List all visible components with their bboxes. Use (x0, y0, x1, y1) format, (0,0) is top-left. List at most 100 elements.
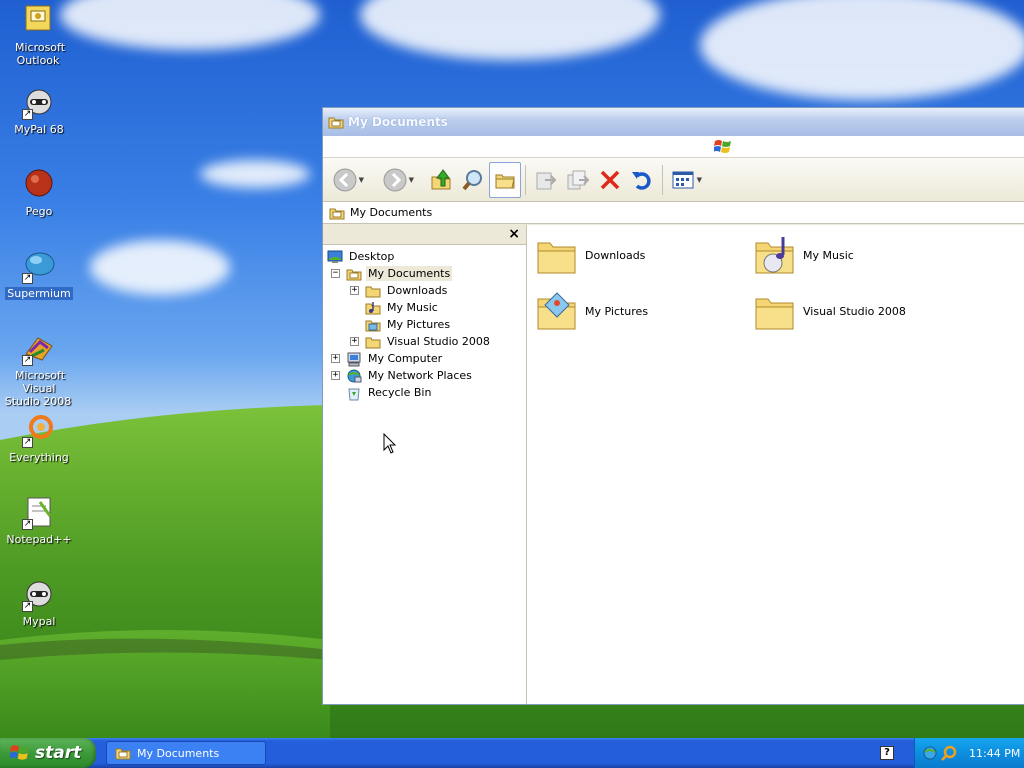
tree-item-label: My Music (387, 301, 438, 314)
expand-toggle[interactable]: + (350, 337, 359, 346)
file-item-visual-studio-2008[interactable]: Visual Studio 2008 (753, 289, 906, 333)
pego-icon (22, 168, 56, 202)
shortcut-arrow-icon: ↗ (22, 355, 33, 366)
start-button[interactable]: start (0, 738, 96, 768)
file-list: Downloads My Music My Pictures Visual St… (527, 225, 1024, 704)
my-documents-icon (329, 208, 345, 219)
folders-pane: × Desktop − My Documents + Downloads My … (323, 225, 527, 704)
supermium-icon: ↗ (22, 250, 56, 284)
expand-toggle[interactable]: + (331, 354, 340, 363)
desktop-icon (327, 250, 343, 263)
tree-item-label: Visual Studio 2008 (387, 335, 490, 348)
desktop-icon-mypal[interactable]: ↗ Mypal (0, 578, 78, 628)
tree-item-desktop[interactable]: Desktop (327, 248, 396, 265)
recycle-bin-icon (348, 388, 360, 400)
file-item-my-music[interactable]: My Music (753, 233, 854, 277)
tree-item-my-documents[interactable]: − My Documents (331, 265, 453, 282)
tree-item-recycle-bin[interactable]: Recycle Bin (346, 384, 433, 401)
my-documents-icon (346, 269, 362, 280)
collapse-toggle[interactable]: − (331, 269, 340, 278)
everything-search-tray-icon[interactable] (941, 745, 957, 761)
notepad-plus-plus-icon: ↗ (22, 496, 56, 530)
tree-item-label: Downloads (387, 284, 448, 297)
close-folders-pane-button[interactable]: × (508, 226, 520, 242)
copy-to-button[interactable] (562, 162, 594, 198)
window-titlebar[interactable]: My Documents (323, 108, 1024, 136)
desktop-icon-microsoft-outlook[interactable]: Microsoft Outlook (0, 4, 78, 67)
file-item-label: My Pictures (585, 304, 649, 318)
taskbar: start My Documents ? 11:44 PM (0, 738, 1024, 768)
expand-toggle[interactable]: + (350, 286, 359, 295)
desktop-icon-mypal-68[interactable]: ↗ MyPal 68 (0, 86, 78, 136)
network-tray-icon[interactable] (923, 746, 937, 760)
move-to-button[interactable] (530, 162, 562, 198)
forward-arrow-icon (383, 168, 407, 191)
my-documents-icon (115, 748, 131, 760)
undo-button[interactable] (626, 162, 658, 198)
desktop-icon-supermium[interactable]: ↗ Supermium (0, 250, 78, 300)
tree-item-label: Desktop (349, 250, 395, 263)
taskbar-button-label: My Documents (137, 746, 220, 760)
tree-item-my-computer[interactable]: + My Computer (331, 350, 444, 367)
expand-toggle[interactable]: + (331, 371, 340, 380)
menu-bar (323, 136, 1024, 158)
toolbar: ▼ ▼ ▼ (323, 158, 1024, 202)
up-folder-button[interactable] (425, 162, 457, 198)
pictures-folder-icon (537, 292, 576, 330)
start-label: start (35, 743, 82, 763)
shortcut-arrow-icon: ↗ (22, 109, 33, 120)
desktop-icon-label: Microsoft Visual Studio 2008 (4, 369, 72, 408)
views-button[interactable]: ▼ (667, 162, 702, 198)
move-to-icon (536, 172, 557, 189)
desktop-icon-visual-studio-2008[interactable]: ↗ Microsoft Visual Studio 2008 (0, 332, 78, 408)
desktop-icon-label: Notepad++ (6, 533, 72, 546)
search-button[interactable] (457, 162, 489, 198)
visual-studio-icon: ↗ (22, 332, 56, 366)
tree-item-my-music[interactable]: My Music (365, 299, 440, 316)
shortcut-arrow-icon: ↗ (22, 601, 33, 612)
back-button[interactable]: ▼ (329, 162, 364, 198)
everything-search-icon: ↗ (22, 414, 56, 448)
dropdown-arrow-icon: ▼ (408, 175, 414, 184)
folders-pane-header: × (323, 225, 526, 245)
desktop-icon-label: MyPal 68 (14, 123, 64, 136)
shortcut-arrow-icon: ↗ (22, 273, 33, 284)
desktop-icon-notepad-plus-plus[interactable]: ↗ Notepad++ (0, 496, 78, 546)
dropdown-arrow-icon: ▼ (358, 175, 364, 184)
folders-icon (495, 174, 515, 188)
delete-x-icon (600, 170, 620, 189)
up-folder-icon (431, 168, 451, 189)
pictures-folder-icon (365, 320, 381, 331)
help-icon[interactable]: ? (880, 746, 894, 760)
toolbar-separator (662, 164, 663, 195)
tree-item-label: Recycle Bin (368, 386, 432, 399)
windows-logo-icon (10, 745, 29, 760)
folder-icon (365, 337, 381, 348)
taskbar-button-my-documents[interactable]: My Documents (106, 741, 266, 765)
tree-item-my-network-places[interactable]: + My Network Places (331, 367, 474, 384)
toolbar-separator (525, 164, 526, 195)
delete-button[interactable] (594, 162, 626, 198)
tree-item-label: My Network Places (368, 369, 472, 382)
shortcut-arrow-icon: ↗ (22, 519, 33, 530)
undo-icon (632, 171, 651, 190)
tree-item-visual-studio-2008[interactable]: + Visual Studio 2008 (350, 333, 492, 350)
file-item-label: Downloads (585, 248, 646, 262)
dropdown-arrow-icon: ▼ (696, 175, 702, 184)
address-bar[interactable]: My Documents (323, 202, 1024, 224)
my-computer-icon (347, 352, 361, 366)
search-icon (462, 169, 482, 190)
file-item-downloads[interactable]: Downloads (535, 233, 645, 277)
tree-item-downloads[interactable]: + Downloads (350, 282, 449, 299)
tree-item-my-pictures[interactable]: My Pictures (365, 316, 452, 333)
file-item-my-pictures[interactable]: My Pictures (535, 289, 648, 333)
clock[interactable]: 11:44 PM (969, 747, 1020, 760)
desktop-icon-pego[interactable]: Pego (0, 168, 78, 218)
folders-button[interactable] (489, 161, 521, 198)
desktop-icon-everything[interactable]: ↗ Everything (0, 414, 78, 464)
desktop-icon-label: Everything (9, 451, 69, 464)
explorer-window[interactable]: My Documents ▼ ▼ ▼ My Documents × Deskto… (322, 107, 1024, 705)
shortcut-arrow-icon: ↗ (22, 437, 33, 448)
folder-icon (537, 242, 576, 274)
forward-button[interactable]: ▼ (379, 162, 414, 198)
